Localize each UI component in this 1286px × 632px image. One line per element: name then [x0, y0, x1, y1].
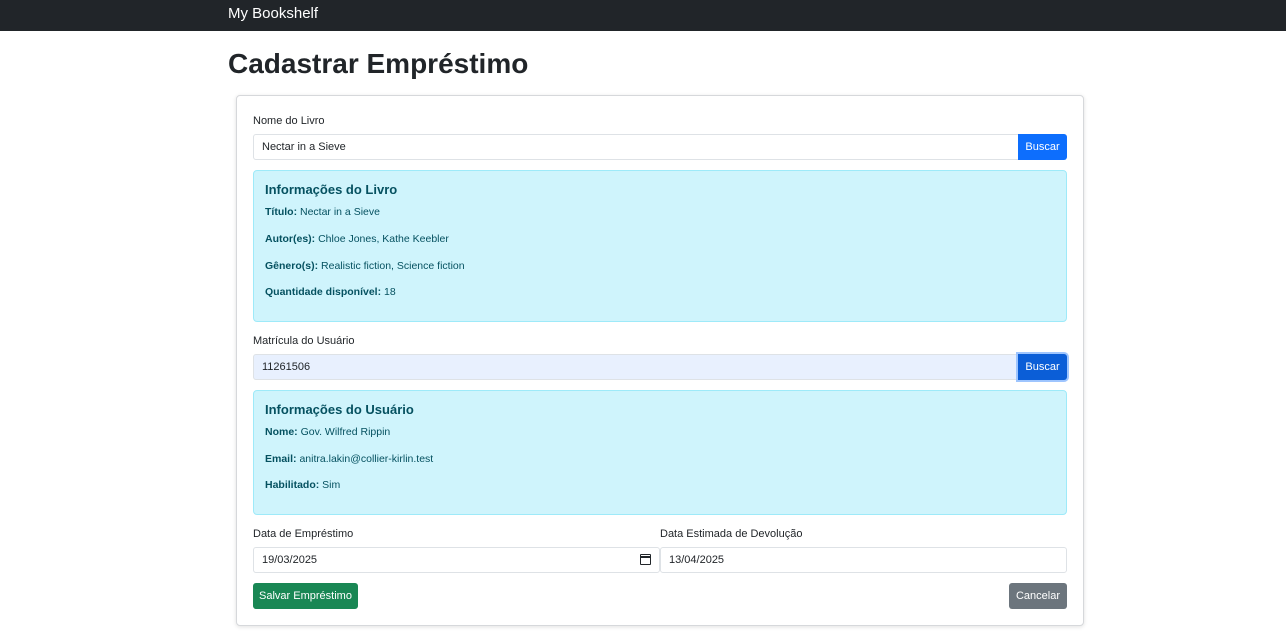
calendar-icon[interactable] [640, 554, 651, 565]
book-name-input[interactable] [253, 134, 1019, 160]
return-date-value: 13/04/2025 [669, 554, 725, 566]
book-name-label: Nome do Livro [253, 115, 325, 127]
book-info-panel: Informações do Livro Título: Nectar in a… [253, 170, 1067, 322]
book-genres-key: Gênero(s): [265, 260, 319, 272]
user-name-key: Nome: [265, 426, 298, 438]
book-authors-line: Autor(es): Chloe Jones, Kathe Keebler [265, 233, 449, 246]
book-title-value: Nectar in a Sieve [300, 206, 380, 218]
navbar: My Bookshelf [0, 0, 1286, 31]
cancel-button[interactable]: Cancelar [1009, 583, 1067, 609]
book-genres-line: Gênero(s): Realistic fiction, Science fi… [265, 260, 465, 273]
book-search-button[interactable]: Buscar [1018, 134, 1067, 160]
user-name-line: Nome: Gov. Wilfred Rippin [265, 426, 390, 439]
user-search-button[interactable]: Buscar [1018, 354, 1067, 380]
book-title-key: Título: [265, 206, 298, 218]
book-quantity-key: Quantidade disponível: [265, 286, 382, 298]
user-enabled-value: Sim [322, 479, 341, 491]
user-id-input[interactable] [253, 354, 1019, 380]
user-email-value: anitra.lakin@collier-kirlin.test [299, 453, 434, 465]
book-info-title: Informações do Livro [265, 182, 398, 197]
return-date-input[interactable]: 13/04/2025 [660, 547, 1067, 573]
user-enabled-line: Habilitado: Sim [265, 479, 340, 492]
return-date-label: Data Estimada de Devolução [660, 528, 803, 540]
save-loan-button[interactable]: Salvar Empréstimo [253, 583, 358, 609]
book-quantity-line: Quantidade disponível: 18 [265, 286, 396, 299]
user-info-panel: Informações do Usuário Nome: Gov. Wilfre… [253, 390, 1067, 515]
loan-form-card: Nome do Livro Buscar Informações do Livr… [236, 95, 1084, 626]
user-info-title: Informações do Usuário [265, 402, 414, 417]
loan-date-value: 19/03/2025 [262, 554, 318, 566]
user-id-label: Matrícula do Usuário [253, 335, 355, 347]
user-email-line: Email: anitra.lakin@collier-kirlin.test [265, 453, 433, 466]
book-authors-value: Chloe Jones, Kathe Keebler [318, 233, 449, 245]
loan-date-input[interactable]: 19/03/2025 [253, 547, 660, 573]
book-title-line: Título: Nectar in a Sieve [265, 206, 380, 219]
brand-link[interactable]: My Bookshelf [228, 5, 318, 23]
page-title: Cadastrar Empréstimo [228, 48, 529, 79]
loan-date-label: Data de Empréstimo [253, 528, 354, 540]
user-email-key: Email: [265, 453, 297, 465]
user-name-value: Gov. Wilfred Rippin [300, 426, 391, 438]
book-authors-key: Autor(es): [265, 233, 316, 245]
book-genres-value: Realistic fiction, Science fiction [321, 260, 465, 272]
book-quantity-value: 18 [384, 286, 396, 298]
user-enabled-key: Habilitado: [265, 479, 320, 491]
